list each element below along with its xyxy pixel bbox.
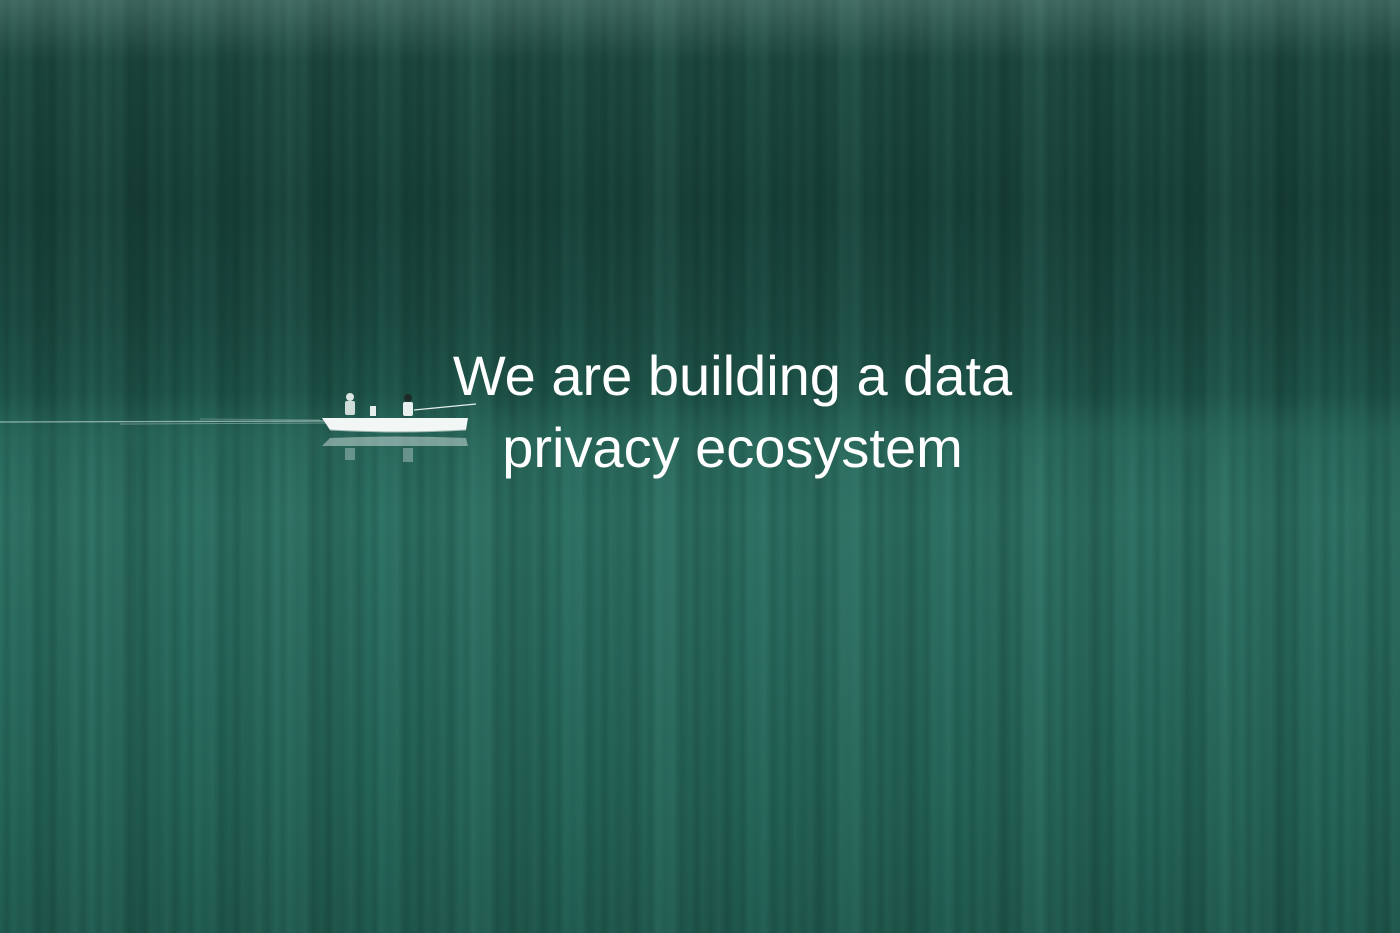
boat-wake — [0, 418, 330, 425]
sky-haze — [0, 0, 1400, 60]
hero-headline: We are building a data privacy ecosystem — [380, 340, 1085, 484]
hero-background: We are building a data privacy ecosystem — [0, 0, 1400, 933]
headline-line-1: We are building a data — [452, 344, 1013, 407]
headline-line-2: privacy ecosystem — [502, 416, 963, 479]
